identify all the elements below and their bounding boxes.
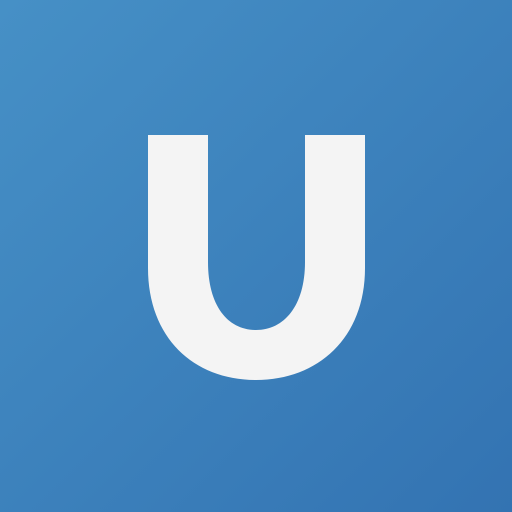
letter-u-glyph: U [148,135,365,380]
app-icon[interactable]: U [0,0,512,512]
letter-u-shape [148,135,365,380]
